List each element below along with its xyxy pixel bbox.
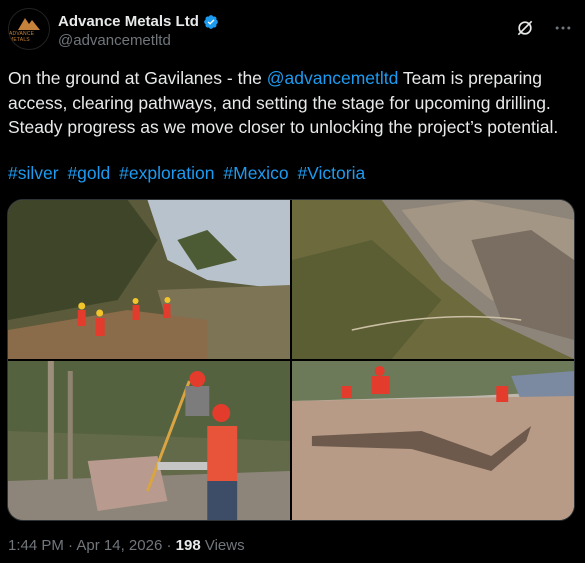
mention-link[interactable]: @advancemetltd (267, 68, 399, 88)
tweet-text-part: On the ground at Gavilanes - the (8, 68, 267, 88)
tweet-header: ADVANCE METALS Advance Metals Ltd @advan… (8, 8, 577, 56)
hashtag-link[interactable]: #Victoria (297, 163, 365, 183)
hashtags: #silver #gold #exploration #Mexico #Vict… (8, 163, 369, 184)
logo-icon (18, 17, 40, 30)
views-count: 198 (175, 537, 201, 554)
photo-stone-wall[interactable] (292, 361, 574, 520)
photo-workers-pick[interactable] (8, 361, 290, 520)
avatar-logo-text: ADVANCE METALS (9, 30, 35, 43)
avatar[interactable]: ADVANCE METALS (8, 8, 50, 50)
display-name[interactable]: Advance Metals Ltd (58, 13, 199, 30)
handle[interactable]: @advancemetltd (58, 32, 219, 49)
more-icon[interactable] (553, 18, 573, 38)
grok-icon[interactable] (515, 18, 535, 38)
photo-canyon[interactable] (292, 200, 574, 359)
hashtag-link[interactable]: #gold (67, 163, 110, 183)
tweet-text: On the ground at Gavilanes - the @advanc… (8, 66, 571, 140)
hashtag-link[interactable]: #Mexico (223, 163, 288, 183)
tweet-date[interactable]: Apr 14, 2026 (76, 537, 162, 554)
separator: · (63, 537, 77, 554)
hashtag-link[interactable]: #exploration (119, 163, 214, 183)
photo-forest-path[interactable] (8, 200, 290, 359)
tweet-meta: 1:44 PM · Apr 14, 2026 · 198 Views (8, 537, 245, 554)
tweet-time[interactable]: 1:44 PM (8, 537, 64, 554)
separator: · (162, 537, 176, 554)
hashtag-link[interactable]: #silver (8, 163, 59, 183)
views-label: Views (204, 537, 245, 554)
media-grid (7, 199, 575, 521)
verified-badge-icon[interactable] (203, 14, 219, 30)
